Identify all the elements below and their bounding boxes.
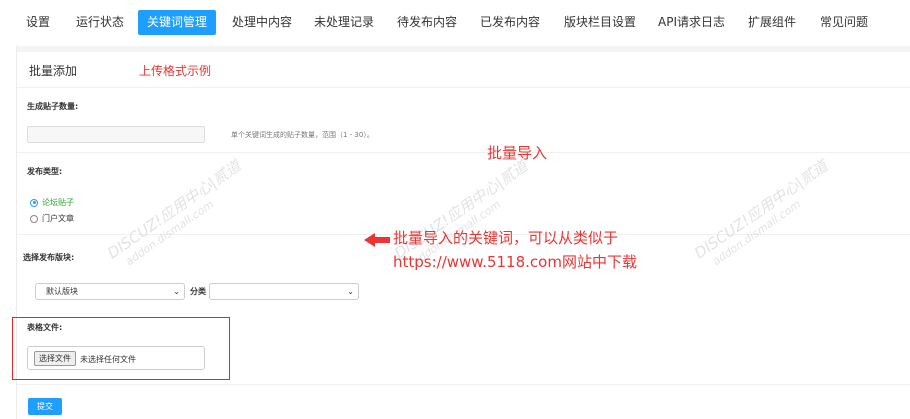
format-example-link[interactable]: 上传格式示例 [139, 62, 211, 79]
radio-portal-article[interactable]: 门户文章 [30, 213, 74, 224]
tab-processing[interactable]: 处理中内容 [226, 10, 298, 35]
tab-keyword-management[interactable]: 关键词管理 [138, 10, 217, 35]
chevron-down-icon: ⌄ [347, 287, 354, 296]
choose-file-button[interactable]: 选择文件 [34, 351, 76, 366]
submit-button[interactable]: 提交 [28, 398, 62, 415]
tab-settings[interactable]: 设置 [20, 10, 56, 35]
radio-forum-post[interactable]: 论坛贴子 [30, 197, 74, 208]
tab-faq[interactable]: 常见问题 [814, 10, 874, 35]
divider [17, 384, 910, 385]
tab-extensions[interactable]: 扩展组件 [742, 10, 802, 35]
forum-select-label: 选择发布版块: [23, 253, 75, 262]
radio-forum-post-label: 论坛贴子 [42, 198, 74, 207]
file-input[interactable]: 选择文件 未选择任何文件 [27, 346, 205, 370]
post-count-input[interactable] [27, 126, 205, 143]
keywords-source-annotation: 批量导入的关键词，可以从类似于 https://www.5118.com网站中下… [393, 229, 637, 271]
forum-select-value: 默认版块 [46, 287, 78, 296]
publish-type-label: 发布类型: [27, 167, 63, 176]
top-nav: 设置 运行状态 关键词管理 处理中内容 未处理记录 待发布内容 已发布内容 版块… [0, 0, 910, 46]
divider [17, 87, 910, 88]
tab-run-status[interactable]: 运行状态 [70, 10, 130, 35]
tab-pending-publish[interactable]: 待发布内容 [391, 10, 463, 35]
category-select[interactable]: ⌄ [209, 283, 359, 300]
chevron-down-icon: ⌄ [173, 287, 180, 296]
category-label: 分类 [190, 287, 206, 296]
radio-portal-article-label: 门户文章 [42, 214, 74, 223]
divider [17, 152, 910, 153]
post-count-hint: 单个关键词生成的贴子数量，范围（1 - 30）。 [231, 131, 374, 139]
post-count-label: 生成贴子数量: [27, 102, 79, 111]
tab-section-settings[interactable]: 版块栏目设置 [558, 10, 642, 35]
radio-checked-icon [30, 198, 38, 207]
file-status: 未选择任何文件 [80, 355, 136, 364]
tab-published[interactable]: 已发布内容 [474, 10, 546, 35]
panel-title: 批量添加 [29, 64, 78, 78]
batch-import-annotation: 批量导入 [487, 144, 548, 162]
panel-top-border [17, 46, 910, 52]
forum-select[interactable]: 默认版块 ⌄ [35, 283, 185, 300]
tab-api-log[interactable]: API请求日志 [652, 10, 731, 35]
radio-unchecked-icon [30, 214, 38, 223]
tab-unprocessed[interactable]: 未处理记录 [308, 10, 380, 35]
